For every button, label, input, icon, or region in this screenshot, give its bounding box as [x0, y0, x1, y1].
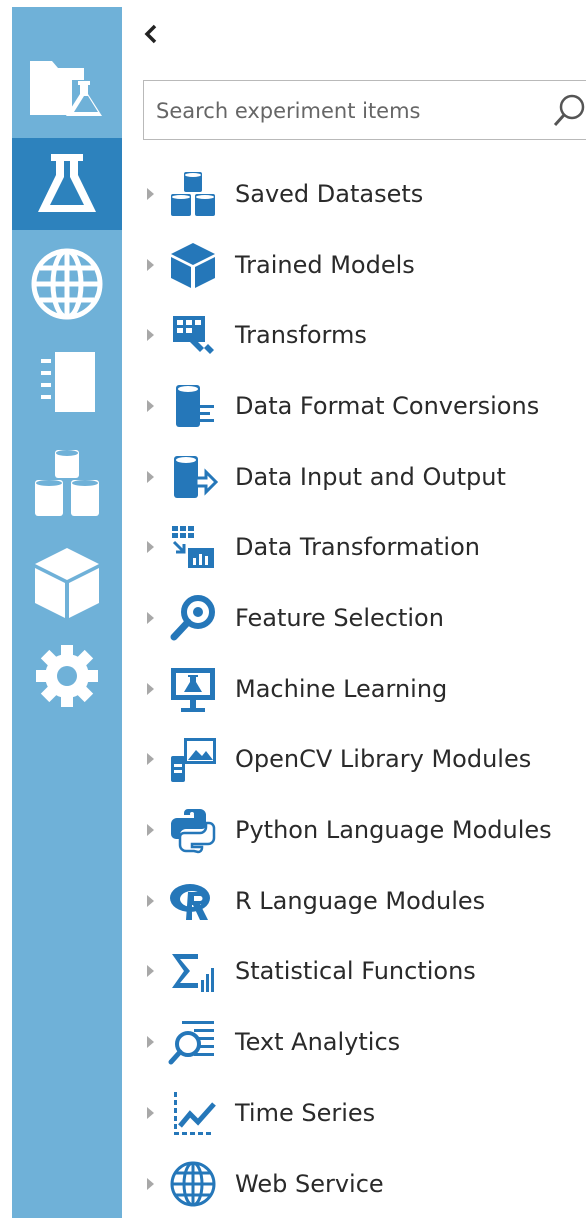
- expand-caret-icon[interactable]: [146, 1035, 166, 1049]
- magnifier-icon: [167, 592, 219, 644]
- category-statistical-functions[interactable]: Statistical Functions: [140, 941, 586, 1001]
- category-label: Web Service: [235, 1170, 384, 1198]
- category-label: R Language Modules: [235, 887, 486, 915]
- expand-caret-icon[interactable]: [146, 611, 166, 625]
- category-saved-datasets[interactable]: Saved Datasets: [140, 164, 586, 224]
- expand-caret-icon[interactable]: [146, 258, 166, 272]
- category-label: Data Transformation: [235, 533, 480, 561]
- nav-trained-models-button[interactable]: [12, 536, 122, 628]
- nav-settings-button[interactable]: [12, 630, 122, 722]
- expand-caret-icon[interactable]: [146, 823, 166, 837]
- python-icon: [167, 804, 219, 856]
- category-data-input-output[interactable]: Data Input and Output: [140, 447, 586, 507]
- category-label: Data Input and Output: [235, 463, 506, 491]
- category-label: Text Analytics: [235, 1028, 401, 1056]
- expand-caret-icon[interactable]: [146, 470, 166, 484]
- category-python-language-modules[interactable]: Python Language Modules: [140, 800, 586, 860]
- expand-caret-icon[interactable]: [146, 682, 166, 696]
- search-icon[interactable]: [552, 93, 586, 129]
- expand-caret-icon[interactable]: [146, 894, 166, 908]
- expand-caret-icon[interactable]: [146, 964, 166, 978]
- left-nav-rail: [0, 0, 122, 1218]
- category-machine-learning[interactable]: Machine Learning: [140, 659, 586, 719]
- category-time-series[interactable]: Time Series: [140, 1083, 586, 1143]
- data-format-icon: [167, 380, 219, 432]
- category-label: Saved Datasets: [235, 180, 424, 208]
- expand-caret-icon[interactable]: [146, 752, 166, 766]
- category-label: Time Series: [235, 1099, 376, 1127]
- category-label: Machine Learning: [235, 675, 448, 703]
- category-label: OpenCV Library Modules: [235, 745, 532, 773]
- category-trained-models[interactable]: Trained Models: [140, 235, 586, 295]
- monitor-flask-icon: [167, 663, 219, 715]
- cube-icon: [35, 548, 99, 618]
- search-box: [143, 80, 586, 140]
- category-label: Statistical Functions: [235, 957, 476, 985]
- category-label: Python Language Modules: [235, 816, 552, 844]
- category-feature-selection[interactable]: Feature Selection: [140, 588, 586, 648]
- folder-flask-icon: [30, 61, 102, 116]
- transforms-icon: [167, 309, 219, 361]
- category-transforms[interactable]: Transforms: [140, 305, 586, 365]
- datasets-icon: [35, 450, 99, 516]
- sigma-chart-icon: [167, 945, 219, 997]
- search-input[interactable]: [154, 93, 548, 129]
- category-label: Transforms: [235, 321, 367, 349]
- category-data-transformation[interactable]: Data Transformation: [140, 517, 586, 577]
- cube-icon: [167, 239, 219, 291]
- expand-caret-icon[interactable]: [146, 540, 166, 554]
- gear-icon: [36, 645, 98, 707]
- category-label: Trained Models: [235, 251, 415, 279]
- globe-icon: [31, 248, 103, 320]
- nav-projects-button[interactable]: [12, 38, 122, 130]
- notebook-icon: [41, 352, 95, 412]
- nav-notebooks-button[interactable]: [12, 336, 122, 428]
- category-label: Feature Selection: [235, 604, 444, 632]
- datasets-icon: [167, 168, 219, 220]
- nav-datasets-button[interactable]: [12, 436, 122, 528]
- expand-caret-icon[interactable]: [146, 1177, 166, 1191]
- time-series-icon: [167, 1087, 219, 1139]
- category-text-analytics[interactable]: Text Analytics: [140, 1012, 586, 1072]
- text-analytics-icon: [167, 1016, 219, 1068]
- data-transformation-icon: [167, 521, 219, 573]
- nav-experiments-button[interactable]: [12, 138, 122, 230]
- category-label: Data Format Conversions: [235, 392, 540, 420]
- category-opencv-library-modules[interactable]: OpenCV Library Modules: [140, 729, 586, 789]
- opencv-icon: [167, 733, 219, 785]
- data-input-output-icon: [167, 451, 219, 503]
- chevron-left-icon: [144, 24, 157, 44]
- expand-caret-icon[interactable]: [146, 399, 166, 413]
- globe-icon: [167, 1158, 219, 1210]
- nav-web-services-button[interactable]: [12, 238, 122, 330]
- category-r-language-modules[interactable]: R Language Modules: [140, 871, 586, 931]
- collapse-palette-button[interactable]: [141, 21, 161, 47]
- expand-caret-icon[interactable]: [146, 187, 166, 201]
- flask-icon: [38, 154, 96, 212]
- expand-caret-icon[interactable]: [146, 328, 166, 342]
- r-language-icon: [167, 875, 219, 927]
- expand-caret-icon[interactable]: [146, 1106, 166, 1120]
- category-web-service[interactable]: Web Service: [140, 1154, 586, 1214]
- category-data-format-conversions[interactable]: Data Format Conversions: [140, 376, 586, 436]
